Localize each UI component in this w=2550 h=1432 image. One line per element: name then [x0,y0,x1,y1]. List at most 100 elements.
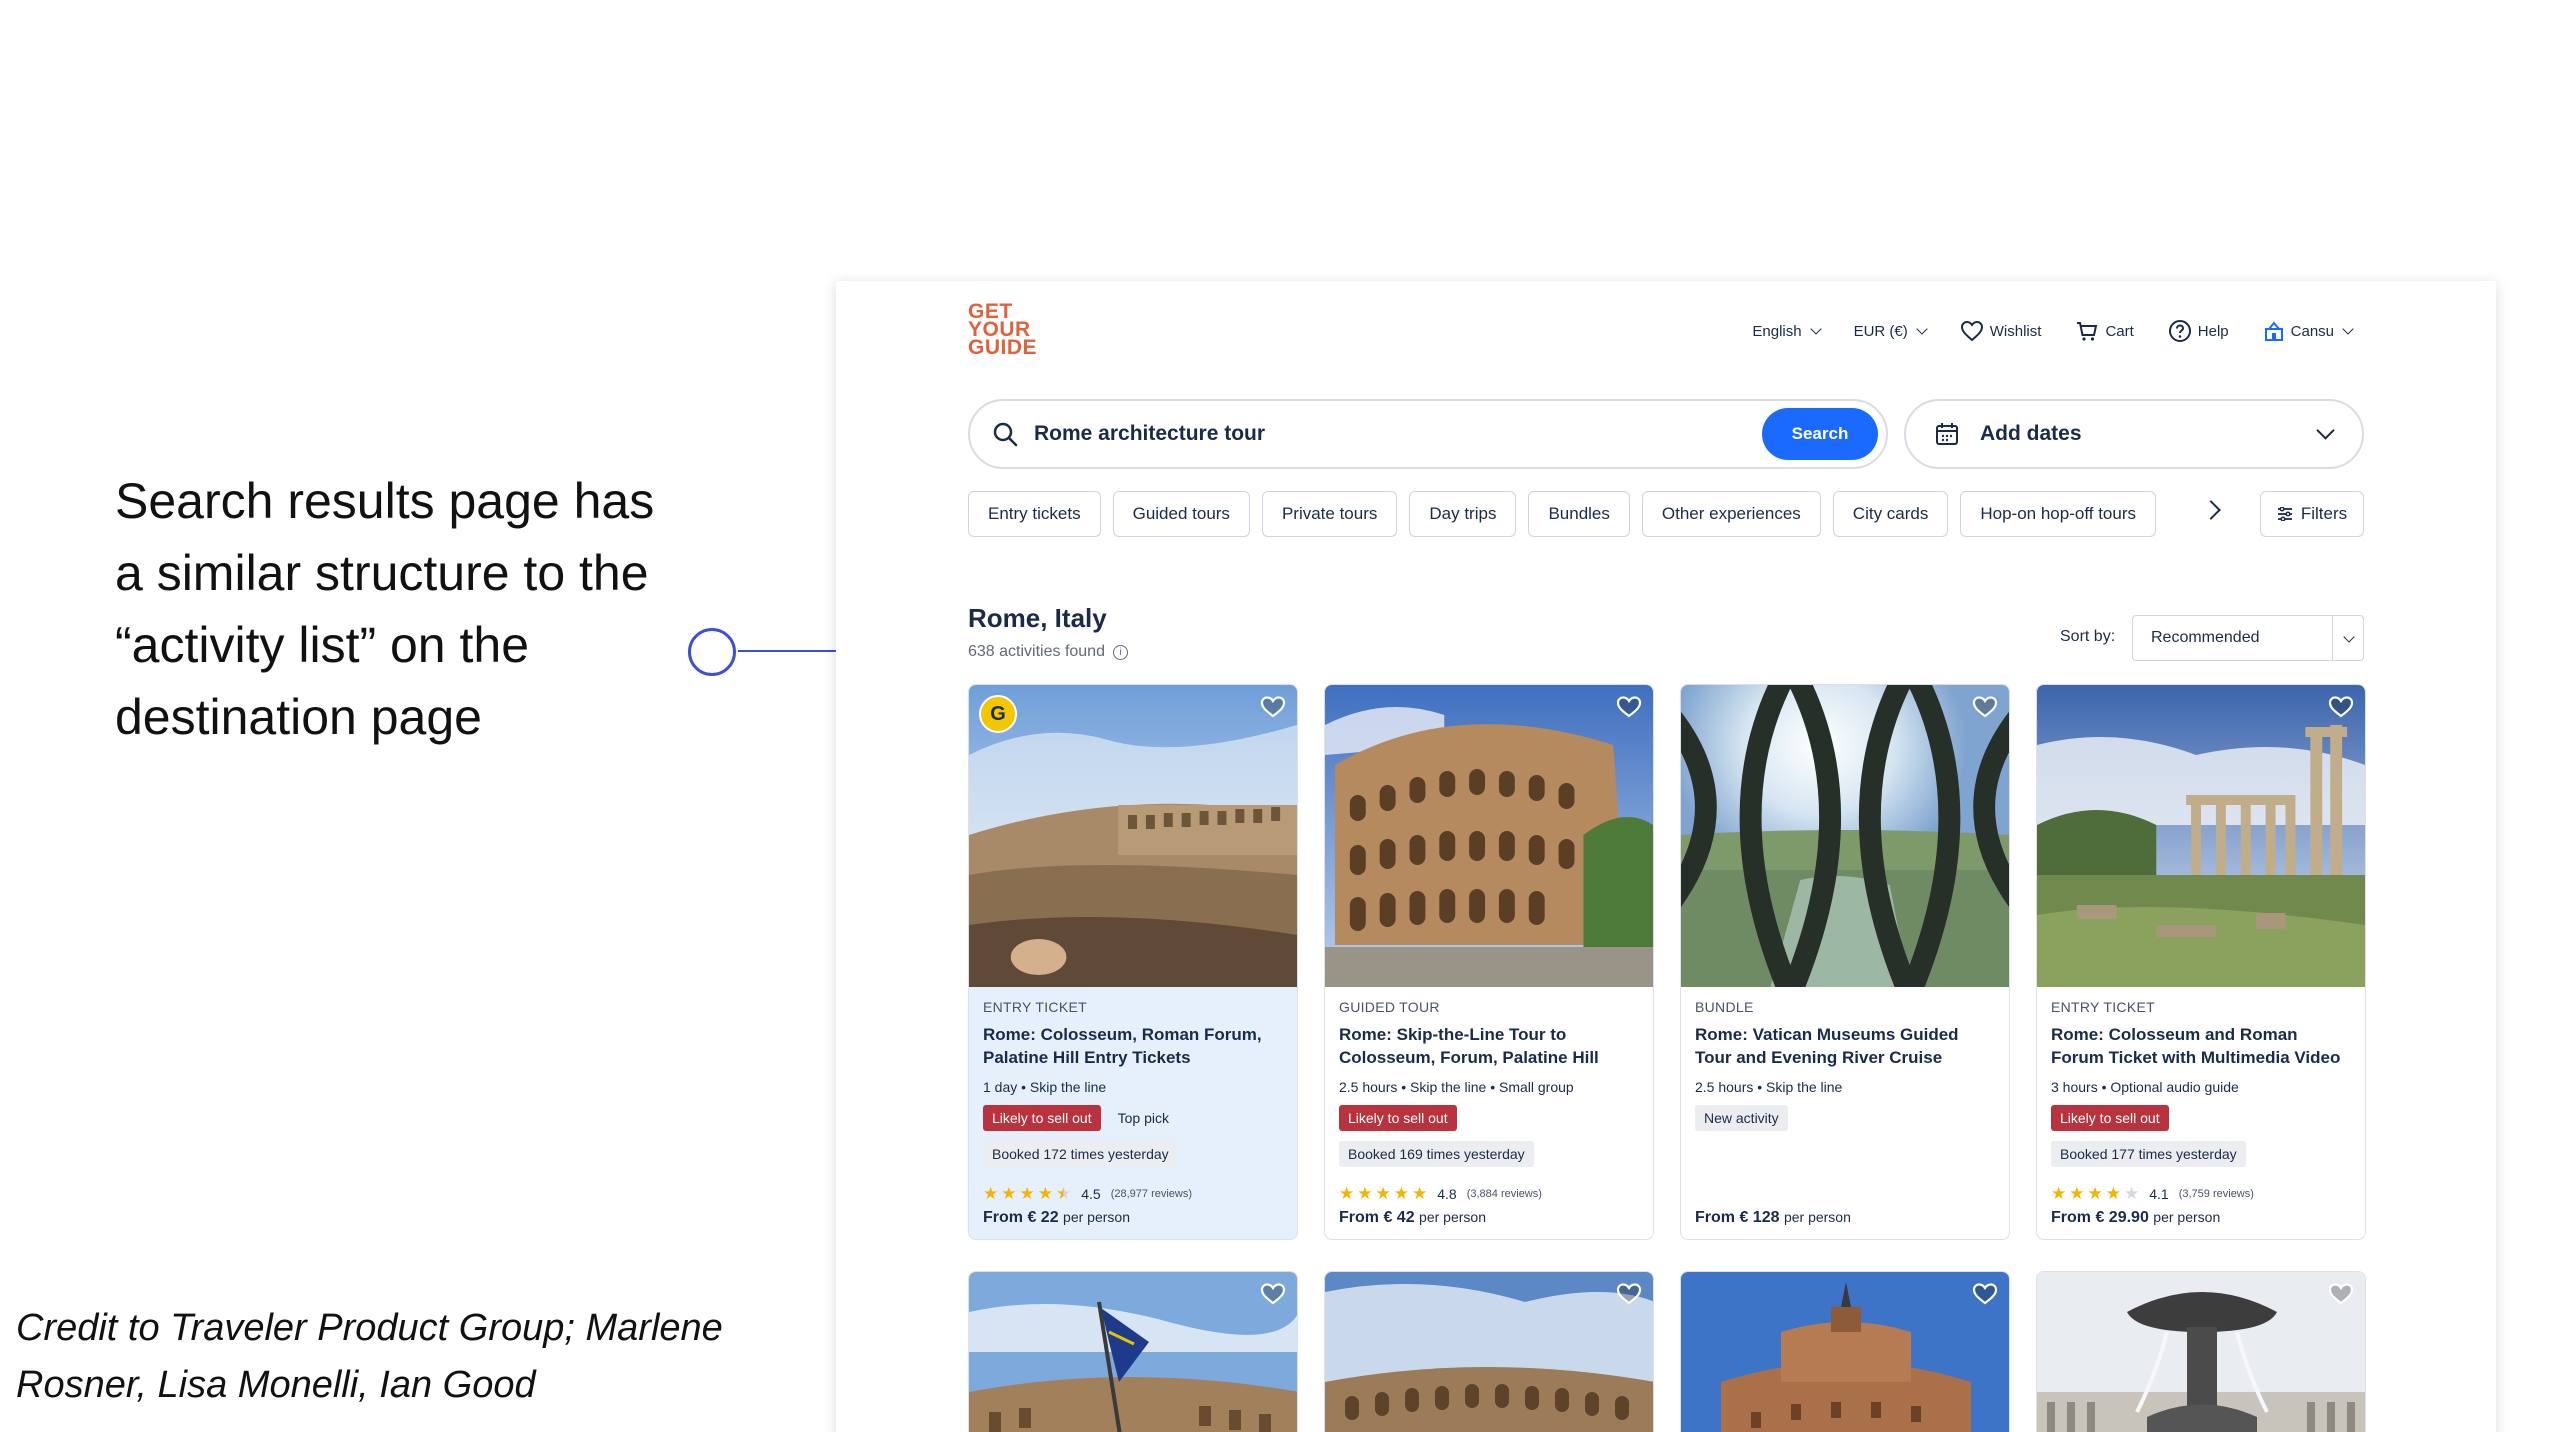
user-icon [2264,321,2283,341]
top-pick-badge: Top pick [1117,1110,1169,1126]
chevron-right-icon[interactable] [2201,500,2221,520]
star-icon: ★ [2105,1184,2121,1203]
activity-card[interactable]: BUNDLE Rome: Vatican Museums Guided Tour… [1680,684,2010,1240]
divider [2331,616,2333,660]
activity-card[interactable] [1680,1271,2010,1432]
filters-label: Filters [2300,504,2348,523]
wishlist-heart-icon[interactable] [1259,693,1287,721]
card-price: From € 29.90 per person [2051,1209,2220,1227]
rating-value: 4.8 [1437,1185,1457,1202]
wishlist-heart-icon[interactable] [1971,1280,1999,1308]
chevron-down-icon [2343,631,2355,643]
review-count: (3,884 reviews) [1466,1187,1542,1200]
card-title[interactable]: Rome: Colosseum and Roman Forum Ticket w… [2051,1023,2351,1071]
cart-link[interactable]: Cart [2075,320,2134,342]
wishlist-heart-icon[interactable] [1971,693,1999,721]
price-prefix: From [983,1209,1023,1226]
card-category: ENTRY TICKET [2051,999,2155,1015]
wishlist-label: Wishlist [1989,322,2042,340]
wishlist-heart-icon[interactable] [1615,1280,1643,1308]
user-name: Cansu [2290,322,2334,340]
card-title[interactable]: Rome: Vatican Museums Guided Tour and Ev… [1695,1023,1995,1071]
chip-bundles[interactable]: Bundles [1528,491,1630,537]
wishlist-heart-icon[interactable] [1615,693,1643,721]
sort-dropdown[interactable]: Recommended [2132,615,2364,661]
star-icon: ★ [2087,1184,2103,1203]
help-link[interactable]: Help [2168,319,2229,343]
activity-card[interactable] [2036,1271,2366,1432]
chip-guided-tours[interactable]: Guided tours [1112,491,1250,537]
river-through-railing-image [1681,685,2009,987]
original-badge-icon: G [979,695,1017,733]
rating-stars: ★ ★ ★ ★ ★ [2051,1185,2139,1202]
rating-stars: ★ ★ ★ ★ ★ [1339,1185,1427,1202]
card-title[interactable]: Rome: Colosseum, Roman Forum, Palatine H… [983,1023,1283,1071]
connector-line [738,650,838,652]
wishlist-link[interactable]: Wishlist [1960,320,2042,342]
chip-day-trips[interactable]: Day trips [1409,491,1517,537]
top-navigation: English EUR (€) Wishlist Cart Help Cansu [1752,316,2354,346]
colosseum-interior-image [969,685,1297,987]
search-icon [993,422,1018,447]
price-suffix: per person [1063,1209,1130,1225]
wishlist-heart-icon[interactable] [2327,693,2355,721]
chip-city-cards[interactable]: City cards [1832,491,1949,537]
cart-label: Cart [2105,322,2134,340]
colosseum-exterior-image [1325,685,1653,987]
getyourguide-logo[interactable]: GET YOUR GUIDE [968,301,1048,358]
activity-card[interactable] [968,1271,1298,1432]
filters-button[interactable]: Filters [2260,491,2364,537]
card-category: BUNDLE [1695,999,1754,1015]
card-body: ENTRY TICKET Rome: Colosseum and Roman F… [2051,999,2351,1167]
language-label: English [1752,322,1802,340]
help-icon [2168,320,2191,342]
chip-private-tours[interactable]: Private tours [1261,491,1398,537]
card-badges: Likely to sell out [2051,1105,2351,1131]
date-picker[interactable]: Add dates [1904,399,2364,469]
card-badges: Likely to sell out [1339,1105,1639,1131]
card-meta: 2.5 hours • Skip the line • Small group [1339,1079,1574,1095]
card-title[interactable]: Rome: Skip-the-Line Tour to Colosseum, F… [1339,1023,1639,1071]
info-icon[interactable]: i [1112,644,1128,660]
activity-card[interactable]: ENTRY TICKET Rome: Colosseum and Roman F… [2036,684,2366,1240]
card-body: GUIDED TOUR Rome: Skip-the-Line Tour to … [1339,999,1639,1167]
filter-icon [2277,507,2292,521]
colosseum-under-clouds-image [1325,1272,1653,1432]
star-icon: ★ [1019,1184,1035,1203]
search-bar[interactable]: Rome architecture tour Search [968,399,1888,469]
review-count: (3,759 reviews) [2178,1187,2254,1200]
price-suffix: per person [1419,1209,1486,1225]
activity-card[interactable]: GUIDED TOUR Rome: Skip-the-Line Tour to … [1324,684,1654,1240]
card-price: From € 128 per person [1695,1209,1851,1227]
user-menu[interactable]: Cansu [2263,320,2354,342]
booked-badge: Booked 172 times yesterday [983,1141,1178,1167]
date-label: Add dates [1980,422,2082,445]
star-icon: ★ [1393,1184,1409,1203]
new-activity-badge: New activity [1695,1105,1788,1131]
activity-card[interactable] [1324,1271,1654,1432]
sort-label: Sort by: [2060,628,2116,645]
chip-entry-tickets[interactable]: Entry tickets [968,491,1101,537]
slide-caption: Search results page has a similar struct… [115,473,655,745]
card-badges: Likely to sell out Top pick [983,1105,1283,1131]
cart-icon [2077,322,2098,341]
chip-hop-on-hop-off[interactable]: Hop-on hop-off tours [1960,491,2156,537]
connector-dot [688,628,736,676]
search-input[interactable]: Rome architecture tour [1034,422,1762,446]
search-button[interactable]: Search [1762,408,1878,460]
colosseum-with-flag-image [969,1272,1297,1432]
sell-out-badge: Likely to sell out [983,1105,1101,1131]
wishlist-heart-icon[interactable] [2327,1280,2355,1308]
card-body: ENTRY TICKET Rome: Colosseum, Roman Foru… [983,999,1283,1167]
price-suffix: per person [1783,1209,1851,1225]
sort-value: Recommended [2151,629,2260,646]
wishlist-heart-icon[interactable] [1259,1280,1287,1308]
chip-other-experiences[interactable]: Other experiences [1641,491,1821,537]
card-category: ENTRY TICKET [983,999,1087,1015]
chevron-down-icon [1809,323,1822,335]
language-selector[interactable]: English [1752,322,1822,340]
activity-card[interactable]: G ENTRY TICKET Rome: Colosseum, Roman Fo… [968,684,1298,1240]
currency-selector[interactable]: EUR (€) [1854,323,1928,340]
price-value: € 29.90 [2095,1209,2149,1226]
results-count: 638 activities found i [968,643,1128,661]
